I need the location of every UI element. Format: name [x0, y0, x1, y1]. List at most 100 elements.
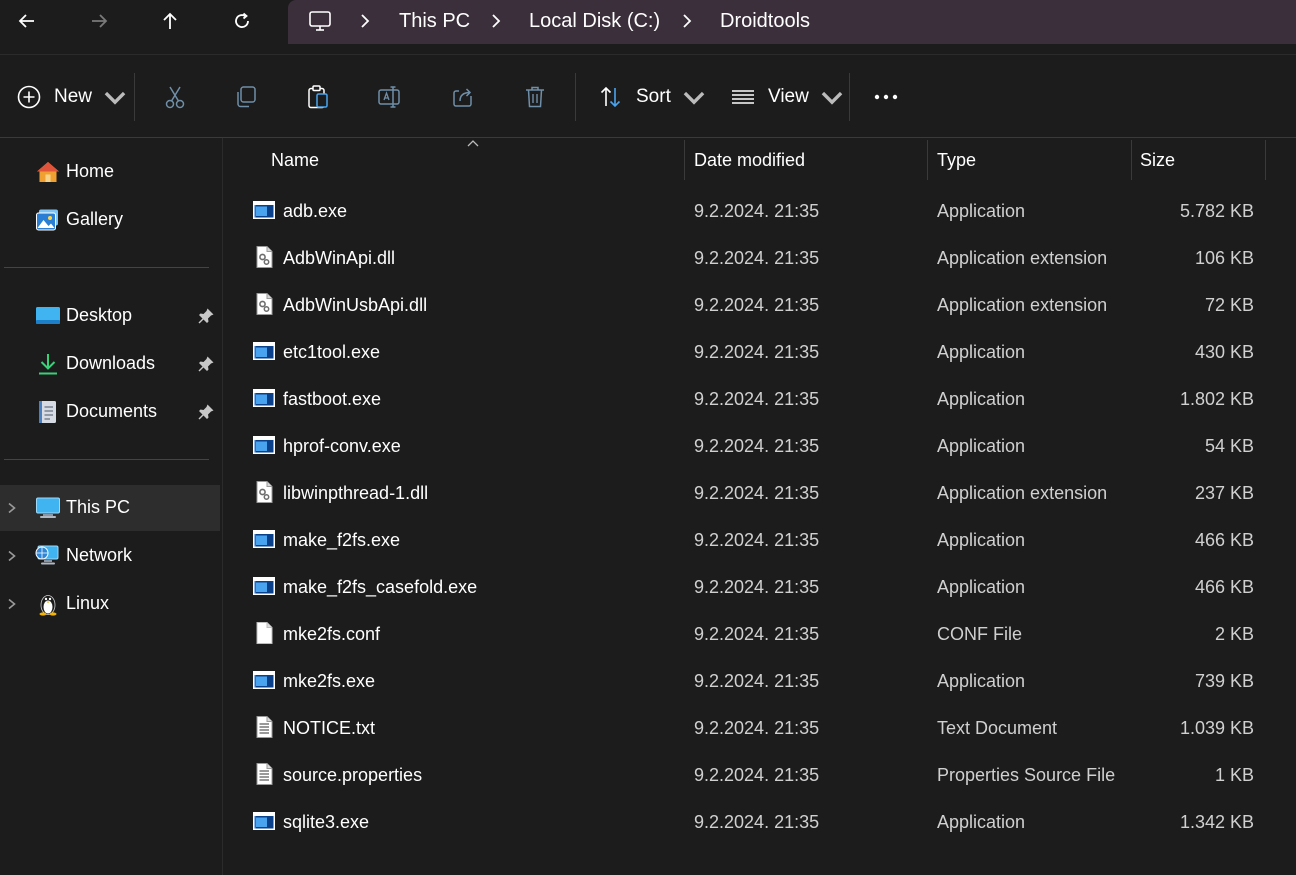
- breadcrumb-droidtools[interactable]: Droidtools: [720, 10, 810, 33]
- file-row[interactable]: AdbWinApi.dll 9.2.2024. 21:35 Applicatio…: [223, 235, 1296, 282]
- column-header-name[interactable]: Name: [223, 138, 685, 180]
- delete-button[interactable]: [522, 81, 548, 113]
- file-row[interactable]: sqlite3.exe 9.2.2024. 21:35 Application …: [223, 799, 1296, 846]
- pin-icon[interactable]: [197, 307, 215, 325]
- chevron-right-icon[interactable]: [5, 596, 19, 612]
- file-type: Application: [937, 201, 1026, 221]
- file-row[interactable]: make_f2fs.exe 9.2.2024. 21:35 Applicatio…: [223, 517, 1296, 564]
- pin-icon[interactable]: [197, 403, 215, 421]
- file-row[interactable]: mke2fs.conf 9.2.2024. 21:35 CONF File 2 …: [223, 611, 1296, 658]
- chevron-down-icon: [819, 84, 845, 110]
- file-type: Application: [937, 342, 1026, 362]
- desktop-icon: [36, 307, 60, 324]
- arrow-right-icon: [92, 14, 108, 28]
- sidebar-item-network[interactable]: Network: [0, 533, 220, 579]
- breadcrumb-local-disk[interactable]: Local Disk (C:): [529, 10, 660, 33]
- text-file-icon: [252, 715, 276, 739]
- application-file-icon: [252, 198, 276, 222]
- new-label: New: [54, 86, 93, 107]
- more-options-button[interactable]: [873, 81, 899, 113]
- file-size: 54 KB: [1204, 436, 1254, 456]
- file-row[interactable]: etc1tool.exe 9.2.2024. 21:35 Application…: [223, 329, 1296, 376]
- blank-file-icon: [252, 621, 276, 645]
- pin-icon[interactable]: [197, 355, 215, 373]
- file-row[interactable]: adb.exe 9.2.2024. 21:35 Application 5.78…: [223, 188, 1296, 235]
- application-file-icon: [252, 433, 276, 457]
- column-header-type[interactable]: Type: [928, 138, 1131, 180]
- chevron-down-icon: [681, 84, 707, 110]
- sidebar-item-linux[interactable]: Linux: [0, 581, 220, 627]
- sidebar-item-label: Network: [66, 545, 133, 565]
- toolbar-separator: [575, 73, 576, 121]
- file-size: 1.039 KB: [1179, 718, 1254, 738]
- address-bar[interactable]: This PC Local Disk (C:) Droidtools: [288, 0, 1296, 44]
- divider: [4, 267, 209, 268]
- file-size: 72 KB: [1204, 295, 1254, 315]
- file-row[interactable]: fastboot.exe 9.2.2024. 21:35 Application…: [223, 376, 1296, 423]
- file-size: 1 KB: [1214, 765, 1254, 785]
- column-header-date[interactable]: Date modified: [685, 138, 928, 180]
- refresh-button[interactable]: [224, 4, 260, 38]
- copy-button[interactable]: [233, 81, 259, 113]
- sidebar-item-label: Documents: [66, 401, 158, 421]
- file-type: Application: [937, 530, 1026, 550]
- file-row[interactable]: mke2fs.exe 9.2.2024. 21:35 Application 7…: [223, 658, 1296, 705]
- dll-file-icon: [252, 480, 276, 504]
- file-row[interactable]: AdbWinUsbApi.dll 9.2.2024. 21:35 Applica…: [223, 282, 1296, 329]
- sidebar-item-label: Gallery: [66, 209, 124, 229]
- file-row[interactable]: make_f2fs_casefold.exe 9.2.2024. 21:35 A…: [223, 564, 1296, 611]
- sort-button[interactable]: Sort: [598, 81, 707, 113]
- back-button[interactable]: [9, 4, 45, 38]
- sidebar-item-gallery[interactable]: Gallery: [0, 197, 220, 243]
- file-name: libwinpthread-1.dll: [283, 483, 429, 503]
- share-button[interactable]: [450, 81, 476, 113]
- file-name: AdbWinUsbApi.dll: [283, 295, 428, 315]
- file-row[interactable]: NOTICE.txt 9.2.2024. 21:35 Text Document…: [223, 705, 1296, 752]
- file-row[interactable]: source.properties 9.2.2024. 21:35 Proper…: [223, 752, 1296, 799]
- view-button[interactable]: View: [730, 81, 845, 113]
- sidebar-item-label: Desktop: [66, 305, 133, 325]
- paste-button[interactable]: [305, 81, 331, 113]
- scissors-icon: [165, 86, 185, 109]
- file-type: Application: [937, 436, 1026, 456]
- cut-button[interactable]: [162, 81, 188, 113]
- sidebar-item-this-pc[interactable]: This PC: [0, 485, 220, 531]
- file-name: etc1tool.exe: [283, 342, 381, 362]
- application-file-icon: [252, 386, 276, 410]
- document-icon: [39, 401, 56, 423]
- file-size: 237 KB: [1194, 483, 1254, 503]
- file-name: hprof-conv.exe: [283, 436, 401, 456]
- column-resizer[interactable]: [1265, 140, 1266, 180]
- file-name: NOTICE.txt: [283, 718, 376, 738]
- file-name: adb.exe: [283, 201, 348, 221]
- sidebar-item-home[interactable]: Home: [0, 149, 220, 195]
- rename-button[interactable]: [377, 81, 403, 113]
- file-size: 466 KB: [1194, 530, 1254, 550]
- refresh-icon: [235, 12, 249, 28]
- file-row[interactable]: hprof-conv.exe 9.2.2024. 21:35 Applicati…: [223, 423, 1296, 470]
- sidebar-item-desktop[interactable]: Desktop: [0, 293, 220, 339]
- breadcrumb-this-pc[interactable]: This PC: [399, 10, 470, 33]
- up-button[interactable]: [152, 4, 188, 38]
- sidebar-item-downloads[interactable]: Downloads: [0, 341, 220, 387]
- file-date-modified: 9.2.2024. 21:35: [694, 201, 820, 221]
- arrow-left-icon: [18, 14, 34, 28]
- chevron-right-icon[interactable]: [5, 500, 19, 516]
- command-bar: New Sort View: [0, 55, 1296, 137]
- new-button[interactable]: New: [16, 81, 128, 113]
- column-header-size[interactable]: Size: [1132, 138, 1265, 180]
- file-size: 2 KB: [1214, 624, 1254, 644]
- file-date-modified: 9.2.2024. 21:35: [694, 389, 820, 409]
- file-date-modified: 9.2.2024. 21:35: [694, 483, 820, 503]
- sidebar-item-documents[interactable]: Documents: [0, 389, 220, 435]
- file-type: Properties Source File: [937, 765, 1116, 785]
- sort-label: Sort: [636, 86, 671, 107]
- sort-icon: [600, 86, 621, 108]
- forward-button[interactable]: [81, 4, 117, 38]
- chevron-right-icon: [680, 12, 694, 30]
- file-row[interactable]: libwinpthread-1.dll 9.2.2024. 21:35 Appl…: [223, 470, 1296, 517]
- share-icon: [453, 88, 472, 107]
- chevron-right-icon[interactable]: [5, 548, 19, 564]
- copy-icon: [237, 86, 256, 108]
- file-name: mke2fs.exe: [283, 671, 376, 691]
